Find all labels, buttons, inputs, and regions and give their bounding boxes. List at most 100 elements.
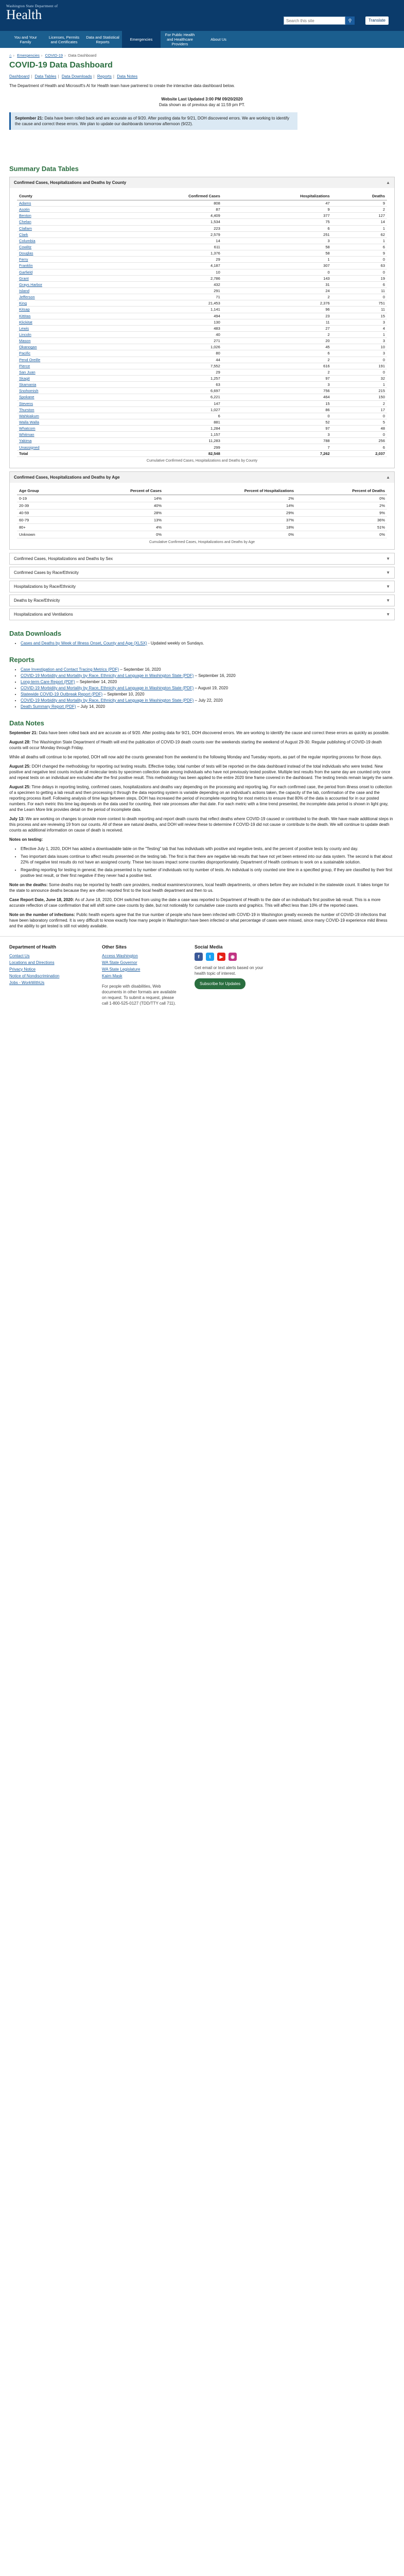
accordion-header[interactable]: Confirmed Cases by Race/Ethnicity ▼ <box>10 567 394 578</box>
county-link[interactable]: Garfield <box>17 269 106 276</box>
county-link[interactable]: King <box>17 300 106 307</box>
footer-link-text[interactable]: WA State Governor <box>102 960 137 965</box>
subnav-data-notes[interactable]: Data Notes <box>117 74 137 79</box>
subnav-data-downloads[interactable]: Data Downloads <box>62 74 92 79</box>
accordion-header[interactable]: Confirmed Cases, Hospitalizations and De… <box>10 553 394 564</box>
footer-link[interactable]: Access Washington <box>102 953 179 959</box>
doc-link[interactable]: COVID-19 Morbidity and Mortality by Race… <box>21 686 194 690</box>
county-link[interactable]: Walla Walla <box>17 419 106 426</box>
county-link[interactable]: Pacific <box>17 350 106 357</box>
doc-link[interactable]: Long-term Care Report (PDF) <box>21 680 75 684</box>
collapsed-accordion[interactable]: Hospitalizations by Race/Ethnicity ▼ <box>9 580 395 592</box>
doc-link[interactable]: Case Investigation and Contact Tracing M… <box>21 667 119 672</box>
subnav-data-tables[interactable]: Data Tables <box>34 74 56 79</box>
twitter-icon[interactable]: t <box>206 952 214 961</box>
county-link[interactable]: Jefferson <box>17 294 106 301</box>
collapsed-accordion[interactable]: Confirmed Cases, Hospitalizations and De… <box>9 552 395 565</box>
county-link[interactable]: Cowlitz <box>17 244 106 251</box>
age-accordion-header[interactable]: Confirmed Cases, Hospitalizations and De… <box>10 471 394 483</box>
county-link[interactable]: Pierce <box>17 363 106 369</box>
footer-link[interactable]: Privacy Notice <box>9 966 86 973</box>
breadcrumb-home-icon[interactable]: ⌂ <box>9 53 12 58</box>
footer-link-text[interactable]: Kaim Mask <box>102 974 122 978</box>
footer-link[interactable]: Kaim Mask <box>102 973 179 979</box>
footer-link[interactable]: WA State Legislature <box>102 966 179 973</box>
county-accordion-header[interactable]: Confirmed Cases, Hospitalizations and De… <box>10 177 394 188</box>
county-link[interactable]: Douglas <box>17 250 106 257</box>
footer-link[interactable]: WA State Governor <box>102 959 179 966</box>
footer-link-text[interactable]: Contact Us <box>9 954 30 958</box>
collapsed-accordion[interactable]: Hospitalizations and Ventilations ▼ <box>9 608 395 620</box>
doc-link[interactable]: COVID-19 Morbidity and Mortality by Race… <box>21 698 194 703</box>
county-link[interactable]: Clark <box>17 231 106 238</box>
footer-link[interactable]: Contact Us <box>9 953 86 959</box>
county-link[interactable]: Adams <box>17 200 106 207</box>
county-link[interactable]: Stevens <box>17 400 106 407</box>
county-link[interactable]: Kitsap <box>17 306 106 313</box>
county-link[interactable]: Whitman <box>17 431 106 438</box>
facebook-icon[interactable]: f <box>195 952 203 961</box>
collapsed-accordion[interactable]: Confirmed Cases by Race/Ethnicity ▼ <box>9 566 395 579</box>
accordion-header[interactable]: Hospitalizations and Ventilations ▼ <box>10 608 394 620</box>
county-link[interactable]: Ferry <box>17 256 106 263</box>
footer-link-text[interactable]: Jobs - WorkWithUs <box>9 980 44 985</box>
county-link[interactable]: Clallam <box>17 225 106 232</box>
county-link[interactable]: Mason <box>17 337 106 345</box>
county-link[interactable]: Whatcom <box>17 425 106 432</box>
nav-item[interactable]: Data and Statistical Reports <box>83 31 122 48</box>
county-link[interactable]: San Juan <box>17 369 106 376</box>
county-link[interactable]: Chelan <box>17 218 106 226</box>
footer-link-text[interactable]: Access Washington <box>102 954 138 958</box>
instagram-icon[interactable]: ◉ <box>229 952 237 961</box>
county-link[interactable]: Thurston <box>17 406 106 413</box>
collapsed-accordion[interactable]: Deaths by Race/Ethnicity ▼ <box>9 594 395 606</box>
search-input[interactable] <box>284 16 345 25</box>
footer-link-text[interactable]: Locations and Directions <box>9 960 55 965</box>
nav-item[interactable]: For Public Health and Healthcare Provide… <box>161 31 199 48</box>
county-link[interactable]: Benton <box>17 212 106 219</box>
county-link[interactable]: Island <box>17 287 106 295</box>
doc-link[interactable]: COVID-19 Morbidity and Mortality by Race… <box>21 673 194 678</box>
county-link[interactable]: Wahkiakum <box>17 413 106 419</box>
subnav-dashboard[interactable]: Dashboard <box>9 74 29 79</box>
county-link[interactable]: Pend Oreille <box>17 357 106 363</box>
accordion-header[interactable]: Deaths by Race/Ethnicity ▼ <box>10 595 394 606</box>
nav-item[interactable]: Emergencies <box>122 31 161 48</box>
footer-link[interactable]: Jobs - WorkWithUs <box>9 979 86 986</box>
county-link[interactable]: Snohomish <box>17 387 106 395</box>
youtube-icon[interactable]: ▶ <box>217 952 225 961</box>
nav-item[interactable]: About Us <box>199 31 238 48</box>
accordion-header[interactable]: Hospitalizations by Race/Ethnicity ▼ <box>10 581 394 592</box>
subnav-reports[interactable]: Reports <box>97 74 112 79</box>
breadcrumb-covid19[interactable]: COVID-19 <box>45 53 63 58</box>
nav-item[interactable]: Licenses, Permits and Certificates <box>45 31 83 48</box>
county-link[interactable]: Lincoln <box>17 331 106 338</box>
breadcrumb-emergencies[interactable]: Emergencies <box>17 53 40 58</box>
county-link[interactable]: Grant <box>17 275 106 282</box>
doh-logo[interactable]: Washington State Department of Health <box>6 4 76 26</box>
county-link[interactable]: Klickitat <box>17 319 106 326</box>
county-link[interactable]: Asotin <box>17 206 106 213</box>
county-link[interactable]: Unassigned <box>17 444 106 451</box>
county-link[interactable]: Grays Harbor <box>17 281 106 288</box>
county-link[interactable]: Skamania <box>17 381 106 388</box>
search-button[interactable]: ⚲ <box>345 16 355 25</box>
footer-link-text[interactable]: Privacy Notice <box>9 967 36 972</box>
footer-link[interactable]: Notice of Nondiscrimination <box>9 973 86 979</box>
doc-link[interactable]: Statewide COVID-19 Outbreak Report (PDF) <box>21 692 102 697</box>
county-link[interactable]: Yakima <box>17 437 106 445</box>
doc-link[interactable]: Cases and Deaths by Week of Illness Onse… <box>21 641 147 646</box>
county-link[interactable]: Kittitas <box>17 313 106 319</box>
county-link[interactable]: Lewis <box>17 325 106 332</box>
nav-item[interactable]: You and Your Family <box>6 31 45 48</box>
county-link[interactable]: Columbia <box>17 238 106 244</box>
footer-link[interactable]: Locations and Directions <box>9 959 86 966</box>
footer-link-text[interactable]: WA State Legislature <box>102 967 140 972</box>
county-link[interactable]: Spokane <box>17 394 106 401</box>
subscribe-button[interactable]: Subscribe for Updates <box>195 978 246 989</box>
county-link[interactable]: Okanogan <box>17 344 106 351</box>
county-link[interactable]: Skagit <box>17 375 106 382</box>
county-link[interactable]: Franklin <box>17 262 106 269</box>
doc-link[interactable]: Death Summary Report (PDF) <box>21 704 76 709</box>
footer-link-text[interactable]: Notice of Nondiscrimination <box>9 974 59 978</box>
